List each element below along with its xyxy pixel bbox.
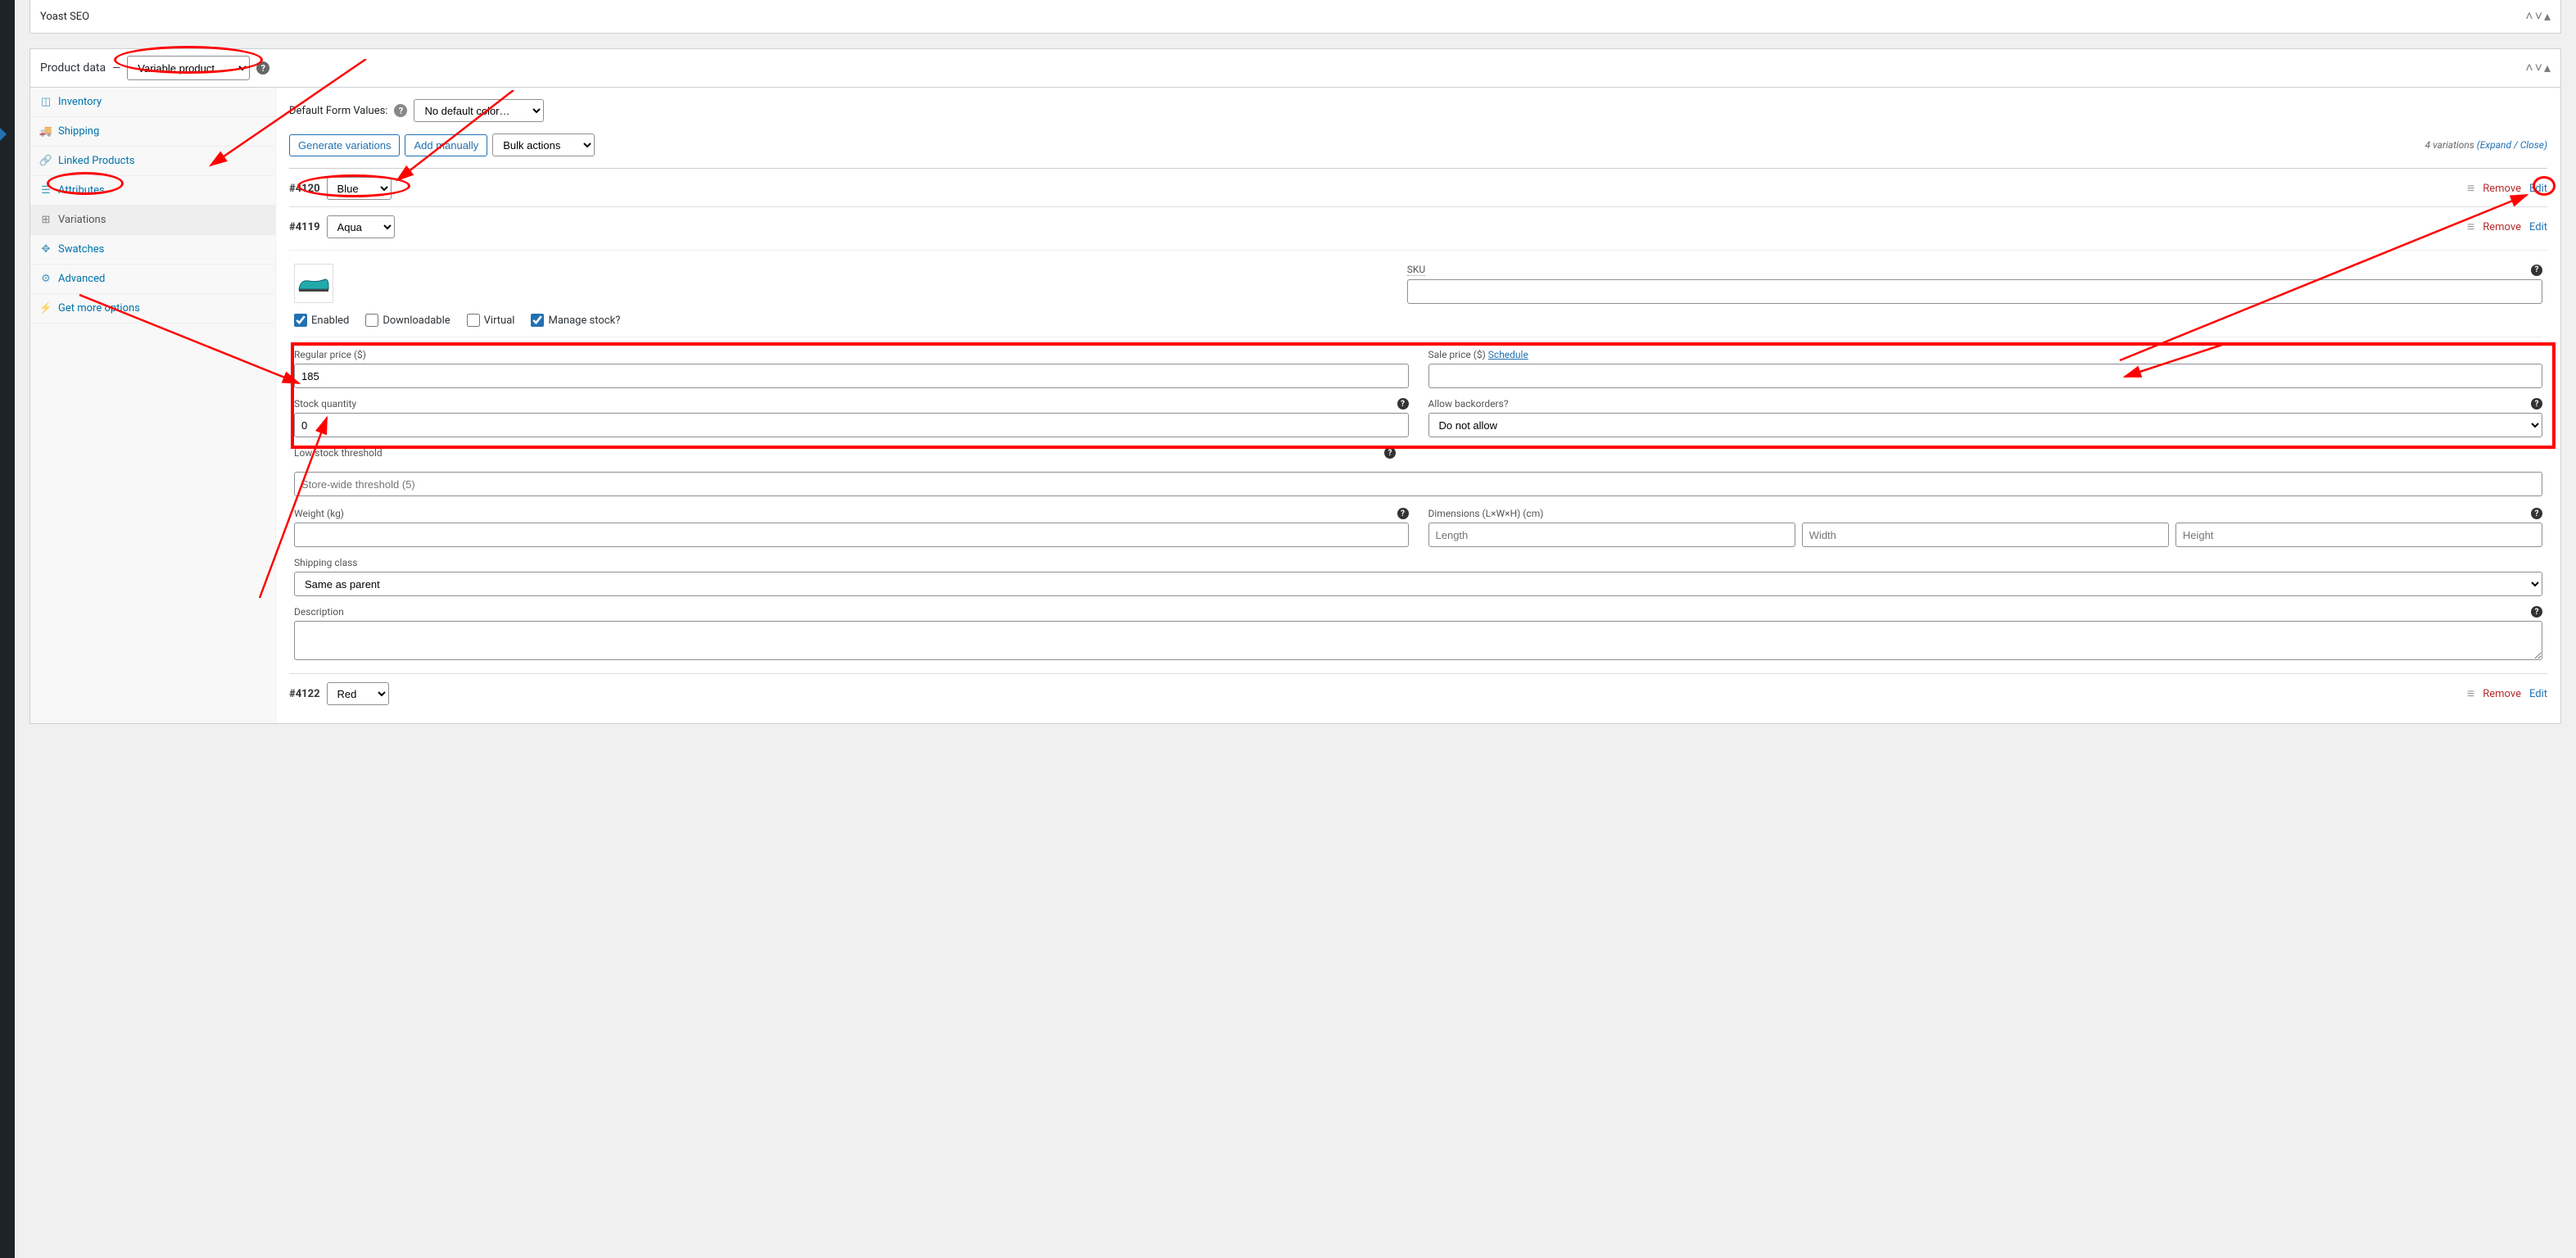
shipping-class-label: Shipping class <box>294 557 358 568</box>
tab-linked-products[interactable]: 🔗Linked Products <box>30 147 275 176</box>
truck-icon: 🚚 <box>40 125 52 138</box>
generate-variations-button[interactable]: Generate variations <box>289 134 400 156</box>
remove-link[interactable]: Remove <box>2483 183 2521 195</box>
panel-down-icon[interactable]: ˅ <box>2535 60 2542 76</box>
drag-handle-icon[interactable]: ≡ <box>2467 686 2474 702</box>
sale-price-input[interactable] <box>1428 364 2543 388</box>
bolt-icon: ⚡ <box>40 302 52 314</box>
archive-icon: ◫ <box>40 96 52 108</box>
description-label: Description <box>294 606 344 618</box>
variation-count: 4 variations (Expand / Close) <box>2425 139 2547 151</box>
tab-more-options[interactable]: ⚡Get more options <box>30 294 275 324</box>
height-input[interactable] <box>2175 523 2542 547</box>
variation-color-select[interactable]: Aqua <box>327 215 395 238</box>
regular-price-label: Regular price ($) <box>294 349 366 360</box>
list-icon: ☰ <box>40 184 52 197</box>
panel-toggle-icon[interactable]: ▴ <box>2544 8 2551 25</box>
variations-content: Default Form Values: ? No default color…… <box>276 88 2560 723</box>
edit-link[interactable]: Edit <box>2529 221 2547 233</box>
enabled-checkbox[interactable]: Enabled <box>294 314 349 327</box>
low-stock-input[interactable] <box>294 472 2542 496</box>
bulk-actions-select[interactable]: Bulk actions <box>492 133 595 156</box>
schedule-link[interactable]: Schedule <box>1488 349 1528 360</box>
expand-close-link[interactable]: (Expand / Close) <box>2477 139 2547 151</box>
help-icon[interactable]: ? <box>2531 508 2542 519</box>
help-icon[interactable]: ? <box>2531 398 2542 410</box>
edit-link[interactable]: Edit <box>2529 688 2547 700</box>
panel-up-icon[interactable]: ˄ <box>2525 60 2533 76</box>
help-icon[interactable]: ? <box>2531 606 2542 618</box>
add-manually-button[interactable]: Add manually <box>405 134 487 156</box>
drag-handle-icon[interactable]: ≡ <box>2467 180 2474 197</box>
wp-admin-sidebar-collapsed[interactable] <box>0 0 15 1258</box>
edit-link[interactable]: Edit <box>2529 183 2547 195</box>
sku-input[interactable] <box>1407 279 2542 304</box>
panel-down-icon[interactable]: ˅ <box>2535 8 2542 25</box>
yoast-panel-header[interactable]: Yoast SEO ˄ ˅ ▴ <box>29 0 2561 34</box>
help-icon[interactable]: ? <box>394 104 407 117</box>
variation-color-select[interactable]: Red <box>327 682 389 705</box>
length-input[interactable] <box>1428 523 1795 547</box>
variation-row[interactable]: #4119 Aqua ≡ Remove Edit <box>289 206 2547 245</box>
product-type-select[interactable]: Variable product <box>127 56 250 80</box>
drag-handle-icon[interactable]: ≡ <box>2467 219 2474 235</box>
help-icon[interactable]: ? <box>1397 398 1409 410</box>
default-color-select[interactable]: No default color… <box>414 99 544 122</box>
low-stock-label: Low stock threshold <box>294 447 383 459</box>
virtual-checkbox[interactable]: Virtual <box>467 314 515 327</box>
product-data-tabs: ◫Inventory 🚚Shipping 🔗Linked Products ☰A… <box>30 88 276 723</box>
help-icon[interactable]: ? <box>256 61 269 75</box>
description-textarea[interactable] <box>294 621 2542 660</box>
weight-input[interactable] <box>294 523 1409 547</box>
panel-up-icon[interactable]: ˄ <box>2525 8 2533 25</box>
stock-qty-label: Stock quantity <box>294 398 356 410</box>
product-data-postbox: Product data — Variable product ? ˄ ˅ ▴ … <box>29 48 2561 724</box>
tab-advanced[interactable]: ⚙Advanced <box>30 265 275 294</box>
variation-expanded-body: SKU? Enabled Downloadable Virtual Manage… <box>289 250 2547 673</box>
shoe-icon <box>297 271 330 296</box>
downloadable-checkbox[interactable]: Downloadable <box>365 314 450 327</box>
width-input[interactable] <box>1802 523 2169 547</box>
tab-inventory[interactable]: ◫Inventory <box>30 88 275 117</box>
help-icon[interactable]: ? <box>1384 447 1396 459</box>
variation-image-thumb[interactable] <box>294 264 333 303</box>
regular-price-input[interactable] <box>294 364 1409 388</box>
manage-stock-checkbox[interactable]: Manage stock? <box>531 314 620 327</box>
help-icon[interactable]: ? <box>2531 265 2542 276</box>
product-data-title: Product data <box>40 61 106 75</box>
remove-link[interactable]: Remove <box>2483 688 2521 700</box>
tab-attributes[interactable]: ☰Attributes <box>30 176 275 206</box>
sku-label: SKU <box>1407 264 1425 276</box>
help-icon[interactable]: ? <box>1397 508 1409 519</box>
panel-toggle-icon[interactable]: ▴ <box>2544 60 2551 76</box>
variation-id: #4119 <box>289 221 320 233</box>
arrows-icon: ✥ <box>40 243 52 256</box>
tab-shipping[interactable]: 🚚Shipping <box>30 117 275 147</box>
link-icon: 🔗 <box>40 155 52 167</box>
grid-icon: ⊞ <box>40 214 52 226</box>
sale-price-label: Sale price ($) <box>1428 349 1486 360</box>
variation-id: #4122 <box>289 688 320 700</box>
product-data-header: Product data — Variable product ? ˄ ˅ ▴ <box>30 49 2560 88</box>
yoast-panel-title: Yoast SEO <box>40 11 89 23</box>
variation-row[interactable]: #4122 Red ≡ Remove Edit <box>289 673 2547 712</box>
stock-qty-input[interactable] <box>294 413 1409 437</box>
weight-label: Weight (kg) <box>294 508 344 519</box>
variation-row[interactable]: #4120 Blue ≡ Remove Edit <box>289 168 2547 206</box>
tab-variations[interactable]: ⊞Variations <box>30 206 275 235</box>
default-form-values-label: Default Form Values: <box>289 105 387 117</box>
dimensions-label: Dimensions (L×W×H) (cm) <box>1428 508 1544 519</box>
backorders-label: Allow backorders? <box>1428 398 1509 410</box>
shipping-class-select[interactable]: Same as parent <box>294 572 2542 596</box>
remove-link[interactable]: Remove <box>2483 221 2521 233</box>
backorders-select[interactable]: Do not allow <box>1428 413 2543 437</box>
gear-icon: ⚙ <box>40 273 52 285</box>
tab-swatches[interactable]: ✥Swatches <box>30 235 275 265</box>
variation-color-select[interactable]: Blue <box>327 177 392 200</box>
variation-id: #4120 <box>289 183 320 195</box>
active-menu-marker <box>0 128 7 141</box>
